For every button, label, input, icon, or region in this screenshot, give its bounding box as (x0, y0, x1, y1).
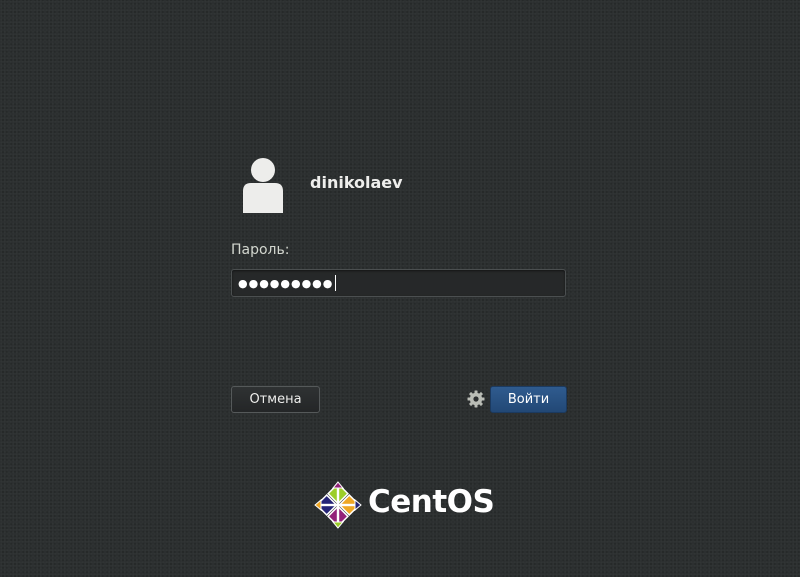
username-label: dinikolaev (310, 173, 403, 192)
login-button-label: Войти (507, 392, 550, 407)
password-masked-value: ●●●●●●●●● (238, 276, 334, 290)
password-label: Пароль: (231, 242, 290, 258)
password-input[interactable]: ●●●●●●●●● (231, 269, 566, 297)
cancel-button[interactable]: Отмена (231, 386, 320, 413)
centos-logo-icon (314, 481, 362, 529)
user-avatar-icon (240, 157, 286, 213)
login-button[interactable]: Войти (490, 386, 567, 413)
centos-brand-text: CentOS (368, 484, 495, 520)
gear-icon[interactable] (467, 390, 485, 408)
text-cursor (335, 275, 337, 291)
cancel-button-label: Отмена (249, 392, 302, 407)
